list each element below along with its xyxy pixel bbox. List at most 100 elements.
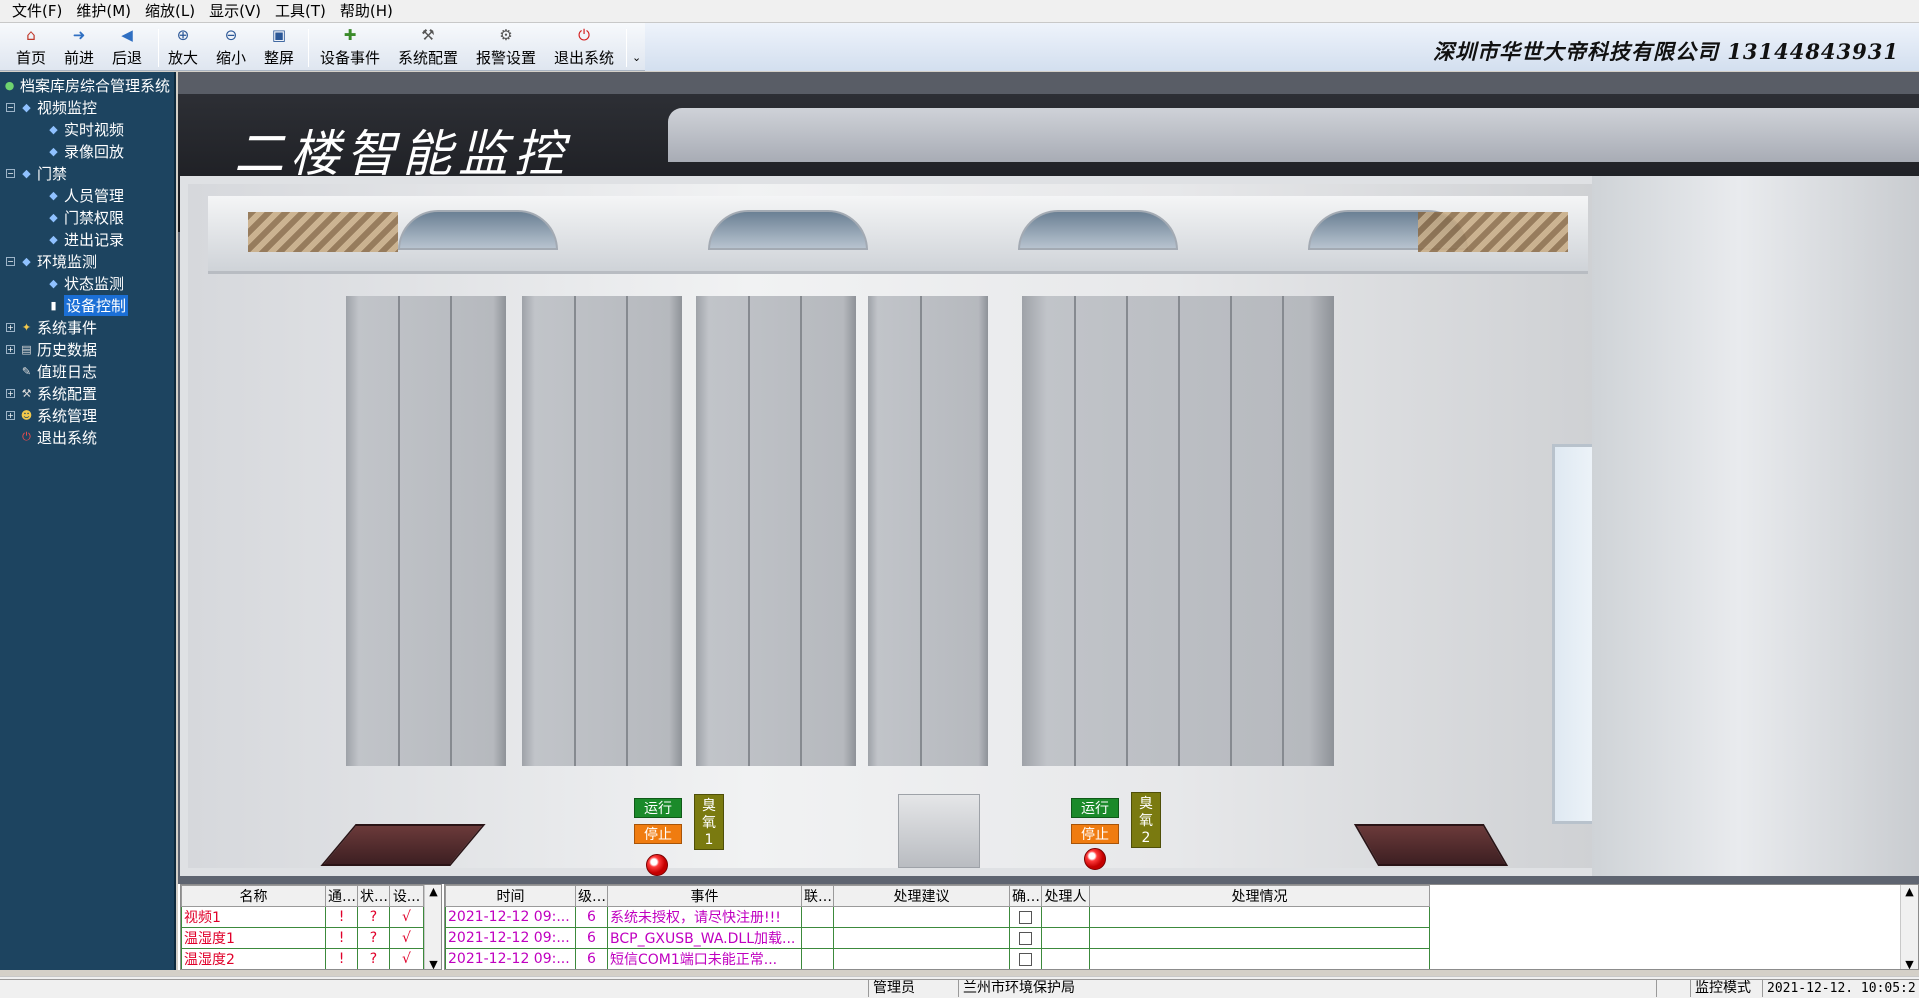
tree-item-permissions[interactable]: ◆ 门禁权限 [46, 206, 124, 228]
col-header-setting[interactable]: 设... [389, 885, 424, 907]
tree-item-status-monitor[interactable]: ◆ 状态监测 [46, 272, 124, 294]
tree-item-system-config[interactable]: + ⚒ 系统配置 [6, 382, 97, 404]
table-row[interactable]: 2021-12-12 09:... 6 BCP_GXUSB_WA.DLL加载..… [445, 927, 1430, 949]
col-header-suggestion[interactable]: 处理建议 [833, 885, 1010, 907]
toolbar-overflow-button[interactable]: ⌄ [632, 51, 641, 64]
setting-cell: √ [389, 927, 424, 949]
tree-label: 退出系统 [37, 428, 98, 447]
scroll-down-icon[interactable]: ▼ [1905, 958, 1913, 969]
tree-item-system-events[interactable]: + ✦ 系统事件 [6, 316, 97, 338]
col-header-confirm[interactable]: 确... [1009, 885, 1042, 907]
confirm-checkbox[interactable] [1019, 910, 1032, 924]
zoom-in-icon: ⊕ [176, 26, 190, 44]
col-header-level[interactable]: 级... [575, 885, 608, 907]
confirm-checkbox[interactable] [1019, 952, 1032, 966]
toolbar-separator [626, 29, 627, 67]
tree-item-access[interactable]: − ◆ 门禁 [6, 162, 67, 184]
table-row[interactable]: 温湿度2 ! ? √ [181, 948, 424, 969]
tree-item-duty-log[interactable]: ✎ 值班日志 [19, 360, 97, 382]
col-header-event[interactable]: 事件 [607, 885, 802, 907]
status-clock: 2021-12-12. 10:05:2 [1762, 979, 1919, 997]
alarm-settings-button[interactable]: ⚙ 报警设置 [476, 25, 536, 69]
tree-item-records[interactable]: ◆ 进出记录 [46, 228, 124, 250]
col-header-handler[interactable]: 处理人 [1041, 885, 1090, 907]
device-status-grid: 名称 通... 状... 设... 视频1 ! ? √ 温湿度1 ! ? √ 温… [180, 884, 442, 970]
event-cell: BCP_GXUSB_WA.DLL加载... [607, 927, 802, 949]
col-header-state[interactable]: 状... [357, 885, 390, 907]
tree-item-exit[interactable]: ⏻ 退出系统 [19, 426, 97, 448]
table-row[interactable]: 温湿度1 ! ? √ [181, 927, 424, 949]
system-config-button[interactable]: ⚒ 系统配置 [398, 25, 458, 69]
col-header-time[interactable]: 时间 [445, 885, 576, 907]
collapse-icon[interactable]: − [6, 168, 15, 178]
col-header-name[interactable]: 名称 [181, 885, 326, 907]
tree-root[interactable]: ● 档案库房综合管理系统 [2, 74, 170, 96]
menu-tools[interactable]: 工具(T) [275, 1, 326, 22]
back-button[interactable]: ◀ 后退 [112, 25, 142, 69]
ozone-2-label: 臭 氧 2 [1131, 792, 1161, 848]
event-log-grid: 时间 级... 事件 联... 处理建议 确... 处理人 处理情况 2021-… [444, 884, 1919, 970]
confirm-cell [1009, 927, 1042, 949]
menu-file[interactable]: 文件(F) [12, 1, 62, 22]
confirm-checkbox[interactable] [1019, 931, 1032, 945]
handler-cell [1041, 948, 1090, 969]
tree-label: 历史数据 [37, 340, 98, 359]
expand-icon[interactable]: + [6, 388, 15, 398]
ozone-1-run-button[interactable]: 运行 [634, 798, 682, 818]
scroll-up-icon[interactable]: ▲ [429, 885, 437, 898]
menu-view[interactable]: 显示(V) [209, 1, 261, 22]
tree-item-environment[interactable]: − ◆ 环境监测 [6, 250, 97, 272]
col-header-linkage[interactable]: 联... [801, 885, 834, 907]
expand-icon[interactable]: + [6, 322, 15, 332]
collapse-icon[interactable]: − [6, 256, 15, 266]
tree-item-history[interactable]: + ▤ 历史数据 [6, 338, 97, 360]
table-row[interactable]: 视频1 ! ? √ [181, 906, 424, 928]
menu-help[interactable]: 帮助(H) [340, 1, 393, 22]
menu-zoom[interactable]: 缩放(L) [145, 1, 195, 22]
menu-maintain[interactable]: 维护(M) [76, 1, 131, 22]
zoom-out-icon: ⊖ [224, 26, 238, 44]
expand-icon[interactable]: + [6, 410, 15, 420]
event-grid-scrollbar[interactable]: ▲ ▼ [1900, 885, 1918, 969]
device-events-button[interactable]: ✚ 设备事件 [320, 25, 380, 69]
scroll-down-icon[interactable]: ▼ [429, 958, 437, 969]
zoom-in-button[interactable]: ⊕ 放大 [168, 25, 198, 69]
col-header-channel[interactable]: 通... [325, 885, 358, 907]
zoom-out-button[interactable]: ⊖ 缩小 [216, 25, 246, 69]
fit-screen-button[interactable]: ▣ 整屏 [264, 25, 294, 69]
forward-button[interactable]: ➜ 前进 [64, 25, 94, 69]
tree-item-playback[interactable]: ◆ 录像回放 [46, 140, 124, 162]
tree-item-device-control[interactable]: ▮ 设备控制 [46, 294, 129, 316]
handling-cell [1089, 948, 1430, 969]
zoom-out-label: 缩小 [216, 49, 247, 67]
table-row[interactable]: 2021-12-12 09:... 6 系统未授权，请尽快注册!!! [445, 906, 1430, 928]
ozone-2-stop-button[interactable]: 停止 [1071, 824, 1119, 844]
device-grid-scrollbar[interactable]: ▲ ▼ [424, 885, 441, 969]
ozone-2-run-button[interactable]: 运行 [1071, 798, 1119, 818]
zoom-in-label: 放大 [168, 49, 199, 67]
room-pillar [898, 794, 980, 868]
alarm-settings-icon: ⚙ [499, 26, 513, 44]
home-button[interactable]: ⌂ 首页 [16, 25, 46, 69]
tree-item-system-manage[interactable]: + ☻ 系统管理 [6, 404, 97, 426]
device-name-cell: 温湿度1 [181, 927, 326, 949]
handling-cell [1089, 906, 1430, 928]
suggestion-cell [833, 906, 1010, 928]
tree-item-video[interactable]: − ◆ 视频监控 [6, 96, 97, 118]
expand-icon[interactable]: + [6, 344, 15, 354]
tree-item-realtime-video[interactable]: ◆ 实时视频 [46, 118, 124, 140]
exit-system-button[interactable]: ⏻ 退出系统 [554, 25, 614, 69]
toolbar-separator [308, 29, 309, 67]
scroll-up-icon[interactable]: ▲ [1905, 885, 1913, 898]
col-header-handling[interactable]: 处理情况 [1089, 885, 1430, 907]
linkage-cell [801, 927, 834, 949]
archive-shelf [522, 296, 682, 766]
tree-item-personnel[interactable]: ◆ 人员管理 [46, 184, 124, 206]
ozone-2-status-indicator[interactable] [1084, 848, 1106, 870]
table-row[interactable]: 2021-12-12 09:... 6 短信COM1端口未能正常... [445, 948, 1430, 969]
channel-cell: ! [325, 906, 358, 928]
ozone-1-stop-button[interactable]: 停止 [634, 824, 682, 844]
navigation-tree: ● 档案库房综合管理系统 − ◆ 视频监控 ◆ 实时视频 ◆ 录像回放 − ◆ … [0, 72, 176, 970]
collapse-icon[interactable]: − [6, 102, 15, 112]
ozone-1-status-indicator[interactable] [646, 854, 668, 876]
